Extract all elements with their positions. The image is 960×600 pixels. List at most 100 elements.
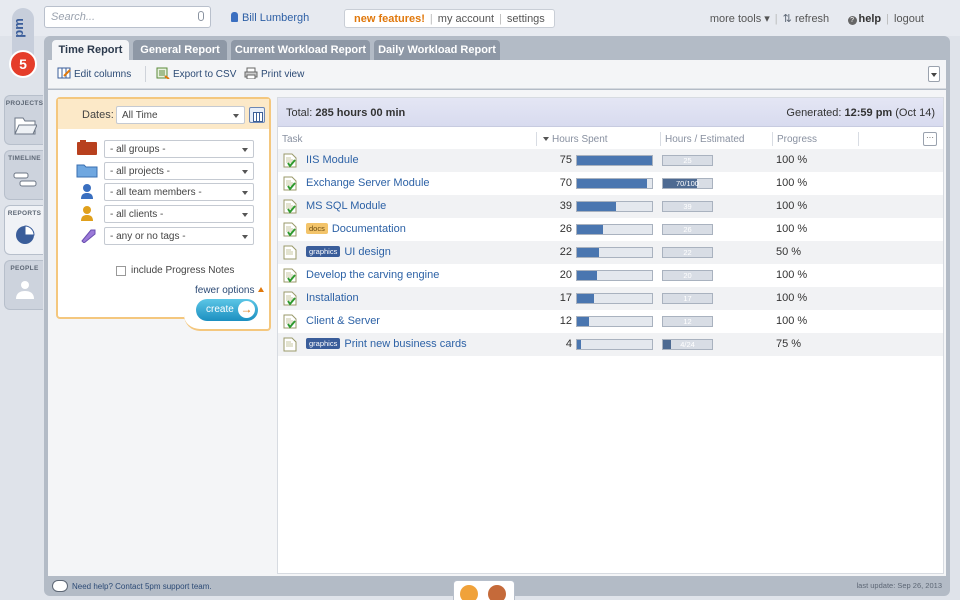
progress-value: 100 % [776,292,808,304]
progress-value: 100 % [776,315,808,327]
task-link[interactable]: Develop the carving engine [306,269,439,281]
filter-panel: Dates: All Time - all groups - - all pro… [56,97,271,331]
toolbar-options-dropdown[interactable] [928,66,940,82]
tag-badge[interactable]: graphics [306,246,341,257]
task-link[interactable]: Client & Server [306,315,380,327]
hours-bar-fill [577,179,647,188]
hours-bar-fill [577,340,581,349]
column-header-hours-spent[interactable]: Hours Spent [543,134,608,145]
tag-badge[interactable]: docs [306,223,328,234]
table-row[interactable]: Develop the carving engine 20 20 100 % [278,264,943,287]
column-divider [660,132,661,146]
include-notes-checkbox[interactable] [116,266,126,276]
hours-bar-fill [577,225,603,234]
hours-bar [576,155,653,166]
nav-timeline[interactable]: TIMELINE [4,150,43,200]
groups-icon [77,140,97,155]
tab-daily-workload-report[interactable]: Daily Workload Report [374,40,500,60]
settings-link[interactable]: settings [507,13,545,25]
table-row[interactable]: Exchange Server Module 70 70/100 100 % [278,172,943,195]
account-links: new features! | my account | settings [344,9,555,28]
nav-people[interactable]: PEOPLE [4,260,43,310]
export-csv-icon [156,67,170,79]
task-link[interactable]: Exchange Server Module [306,177,430,189]
calendar-icon[interactable] [249,107,265,123]
dates-select[interactable]: All Time [116,106,245,124]
table-row[interactable]: graphics UI design 22 22 50 % [278,241,943,264]
estimate-value: 22 [683,248,692,257]
nav-projects[interactable]: PROJECTS [4,95,43,145]
table-row[interactable]: docs Documentation 26 26 100 % [278,218,943,241]
estimate-value: 25 [683,156,692,165]
tags-select[interactable]: - any or no tags - [104,227,254,245]
microphone-icon[interactable] [198,11,204,21]
app-logo[interactable]: 5 pm [8,6,38,80]
task-done-icon [283,153,297,168]
estimate-bar: 4/24 [662,339,713,350]
projects-select[interactable]: - all projects - [104,162,254,180]
column-header-progress[interactable]: Progress [777,134,817,145]
toolbar: Edit columns Export to CSV Print view [48,60,946,89]
table-row[interactable]: IIS Module 75 25 100 % [278,149,943,172]
estimate-bar: 17 [662,293,713,304]
help-link[interactable]: ? help [847,13,881,25]
table-row[interactable]: graphics Print new business cards 4 4/24 75 … [278,333,943,356]
tab-general-report[interactable]: General Report [133,40,227,60]
toolbar-divider [145,66,146,82]
more-tools-menu[interactable]: more tools ▾ [710,13,770,25]
team-members-select[interactable]: - all team members - [104,183,254,201]
task-link[interactable]: MS SQL Module [306,200,386,212]
new-features-link[interactable]: new features! [354,13,425,25]
task-link[interactable]: IIS Module [306,154,359,166]
estimate-bar: 22 [662,247,713,258]
hours-bar [576,293,653,304]
task-link[interactable]: graphics Print new business cards [306,338,467,350]
hours-bar-fill [577,271,597,280]
groups-select[interactable]: - all groups - [104,140,254,158]
task-link[interactable]: Installation [306,292,359,304]
print-view-button[interactable]: Print view [244,67,304,80]
create-button[interactable]: create → [196,299,258,321]
estimate-value: 39 [683,202,692,211]
column-divider [536,132,537,146]
tab-current-workload-report[interactable]: Current Workload Report [231,40,370,60]
generated-time: Generated: 12:59 pm (Oct 14) [786,107,935,119]
collapse-arrow-icon [258,287,265,292]
column-header-hours-estimated[interactable]: Hours / Estimated [665,134,744,145]
support-link[interactable]: Need help? Contact 5pm support team. [52,580,212,592]
task-link[interactable]: docs Documentation [306,223,406,235]
export-csv-button[interactable]: Export to CSV [156,67,236,80]
support-avatars[interactable] [453,580,515,600]
task-link[interactable]: graphics UI design [306,246,391,258]
hours-spent: 17 [559,292,572,304]
fewer-options-link[interactable]: fewer options [195,285,265,296]
tag-badge[interactable]: graphics [306,338,341,349]
arrow-right-icon: → [238,301,255,318]
table-row[interactable]: MS SQL Module 39 39 100 % [278,195,943,218]
nav-reports[interactable]: REPORTS [4,205,43,255]
hours-spent: 75 [559,154,572,166]
edit-columns-button[interactable]: Edit columns [57,67,131,80]
include-notes-label: include Progress Notes [131,265,235,276]
refresh-link[interactable]: ⇅ refresh [783,13,830,25]
table-row[interactable]: Installation 17 17 100 % [278,287,943,310]
create-button-tab: create → [184,297,271,331]
estimate-value: 20 [683,271,692,280]
user-name: Bill Lumbergh [242,12,310,24]
search-input[interactable]: Search... [44,6,211,28]
logout-link[interactable]: logout [894,13,924,25]
column-options-button[interactable]: ··· [923,132,937,146]
my-account-link[interactable]: my account [438,13,494,25]
tab-time-report[interactable]: Time Report [52,40,129,62]
table-row[interactable]: Client & Server 12 12 100 % [278,310,943,333]
printer-icon [244,67,258,79]
hours-bar [576,224,653,235]
column-header-task[interactable]: Task [282,134,303,145]
total-hours: Total: 285 hours 00 min [286,107,406,119]
clients-select[interactable]: - all clients - [104,205,254,223]
task-done-icon [283,291,297,306]
user-link[interactable]: Bill Lumbergh [231,12,309,24]
progress-value: 50 % [776,246,802,258]
column-divider [772,132,773,146]
estimate-bar: 39 [662,201,713,212]
